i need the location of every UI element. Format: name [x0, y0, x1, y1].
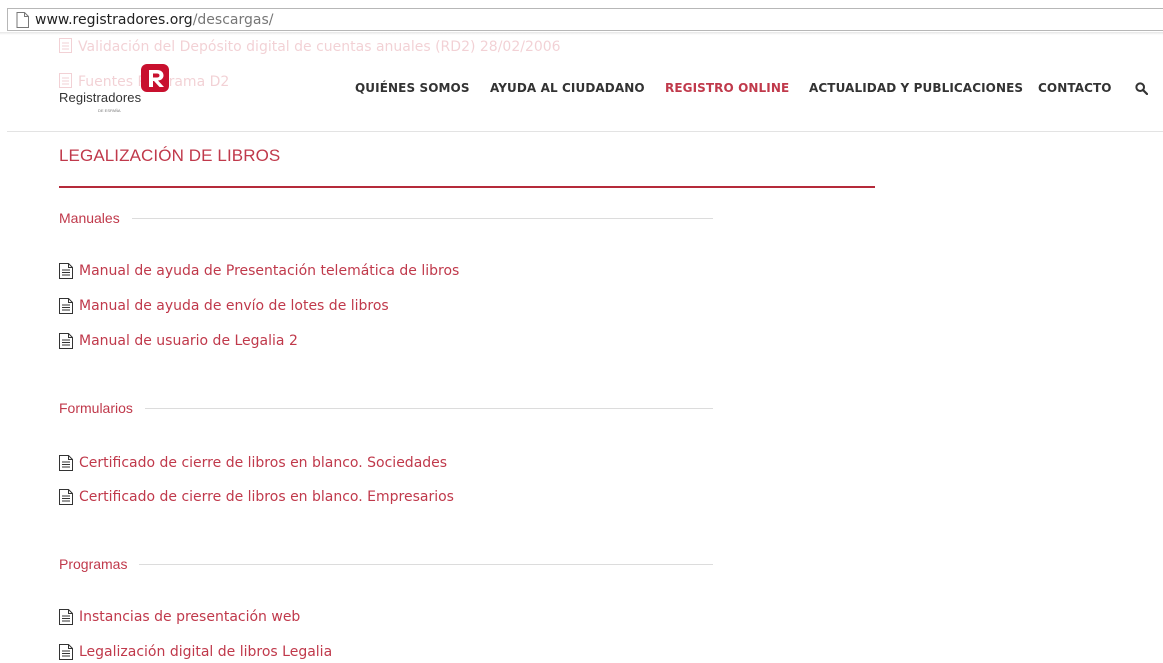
address-bar-shadow [0, 32, 1163, 35]
section-label: Formularios [59, 400, 145, 416]
nav-item-ayuda-ciudadano[interactable]: AYUDA AL CIUDADANO [490, 81, 645, 95]
download-link[interactable]: Manual de ayuda de Presentación telemáti… [59, 263, 459, 279]
document-icon [59, 489, 73, 505]
download-link[interactable]: Certificado de cierre de libros en blanc… [59, 489, 454, 505]
download-link-label: Certificado de cierre de libros en blanc… [79, 455, 448, 471]
download-link[interactable]: Legalización digital de libros Legalia [59, 644, 332, 660]
document-icon [59, 609, 73, 625]
page-title: LEGALIZACIÓN DE LIBROS [59, 146, 281, 165]
download-link[interactable]: Manual de usuario de Legalia 2 [59, 333, 298, 349]
download-link-label: Certificado de cierre de libros en blanc… [79, 489, 454, 505]
download-link[interactable]: Manual de ayuda de envío de lotes de lib… [59, 298, 389, 314]
address-bar[interactable]: www.registradores.org/descargas/ [7, 8, 1163, 31]
document-icon [59, 298, 73, 314]
url-path: /descargas/ [192, 11, 274, 28]
section-header-manuales: Manuales [59, 210, 713, 230]
download-link-label: Legalización digital de libros Legalia [79, 644, 333, 660]
nav-item-registro-online[interactable]: REGISTRO ONLINE [665, 81, 789, 95]
nav-item-contacto[interactable]: CONTACTO [1038, 81, 1112, 95]
document-icon [59, 455, 73, 471]
title-rule [59, 186, 875, 188]
download-link[interactable]: Instancias de presentación web [59, 609, 300, 625]
download-link-label: Instancias de presentación web [79, 609, 301, 625]
section-header-programas: Programas [59, 556, 713, 576]
url-domain: www.registradores.org [35, 11, 193, 28]
logo-r-icon [141, 64, 169, 92]
site-logo[interactable]: Registradores DE ESPAÑA [59, 63, 169, 119]
header-divider [7, 131, 1163, 132]
document-icon [59, 38, 72, 53]
search-icon[interactable] [1135, 82, 1148, 95]
download-link-label: Manual de ayuda de envío de lotes de lib… [79, 298, 389, 314]
ghost-link: Validación del Depósito digital de cuent… [59, 38, 561, 55]
download-link-label: Manual de usuario de Legalia 2 [79, 333, 298, 349]
page-icon [16, 11, 29, 28]
logo-subtitle: DE ESPAÑA [98, 108, 121, 113]
section-rule [59, 218, 713, 219]
document-icon [59, 263, 73, 279]
nav-item-actualidad[interactable]: ACTUALIDAD Y PUBLICACIONES [809, 81, 1023, 95]
logo-name: Registradores [59, 90, 142, 105]
download-link-label: Manual de ayuda de Presentación telemáti… [79, 263, 460, 279]
section-rule [59, 564, 713, 565]
document-icon [59, 644, 73, 660]
download-link[interactable]: Certificado de cierre de libros en blanc… [59, 455, 447, 471]
section-label: Manuales [59, 210, 132, 226]
section-label: Programas [59, 556, 140, 572]
document-icon [59, 333, 73, 349]
nav-item-quienes-somos[interactable]: QUIÉNES SOMOS [355, 81, 470, 95]
section-rule [59, 408, 713, 409]
section-header-formularios: Formularios [59, 400, 713, 420]
